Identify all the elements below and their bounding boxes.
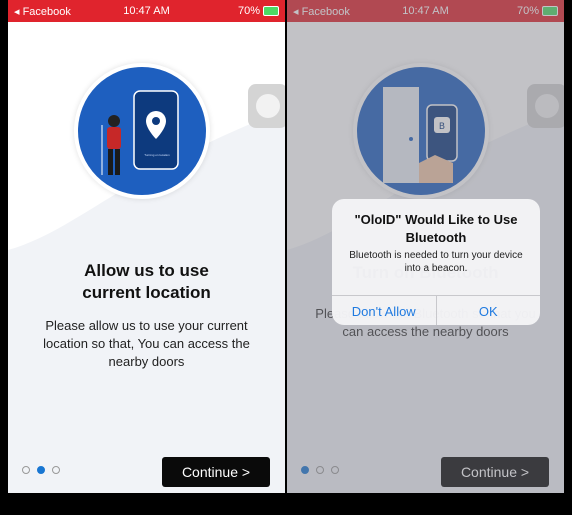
ok-button[interactable]: OK [435,296,541,325]
alert-message: Bluetooth is needed to turn your device … [349,250,523,274]
continue-button[interactable]: Continue > [162,457,270,487]
page-indicator [22,466,60,474]
dont-allow-button[interactable]: Don't Allow [332,296,436,325]
page-dot [52,466,60,474]
location-illustration: Turning on location [74,63,210,199]
bluetooth-permission-alert: "OloID" Would Like to Use Bluetooth Blue… [332,199,540,325]
person-with-phone-illustration [101,90,179,175]
camera-button-icon[interactable] [248,84,285,128]
onboarding-location-screen: ◂ Facebook 10:47 AM 70% Turning on locat… [8,0,285,493]
illustration-caption: Turning on location [144,153,170,157]
page-title: Allow us to use current location [82,261,211,302]
alert-title: "OloID" Would Like to Use Bluetooth [354,212,518,245]
onboarding-bluetooth-screen: ◂ Facebook 10:47 AM 70% B Turn on Blueto… [287,0,564,493]
page-dot-active [37,466,45,474]
page-description: Please allow us to use your current loca… [43,318,250,369]
alert-actions: Don't Allow OK [332,295,540,325]
page-dot [22,466,30,474]
